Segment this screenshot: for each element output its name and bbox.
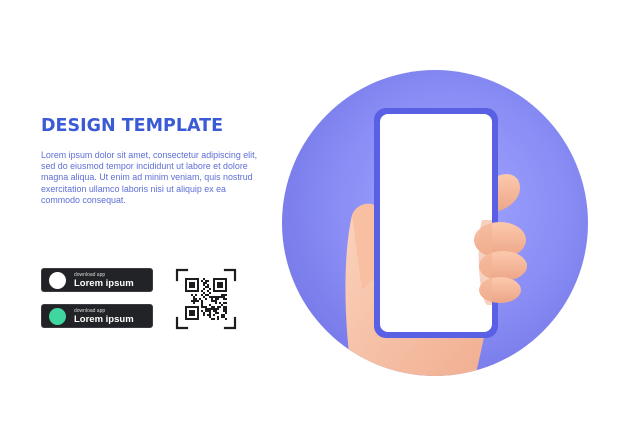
download-label: Lorem ipsum (74, 314, 134, 325)
phone-screen (380, 114, 492, 332)
store-logo-icon (49, 272, 66, 289)
download-app-button-2[interactable]: download app Lorem ipsum (41, 304, 153, 328)
description-text: Lorem ipsum dolor sit amet, consectetur … (41, 150, 258, 205)
hand-holding-phone-illustration (282, 70, 588, 376)
page-title: DESIGN TEMPLATE (41, 116, 224, 136)
download-label: Lorem ipsum (74, 278, 134, 289)
qr-code-icon[interactable] (175, 268, 237, 330)
page: DESIGN TEMPLATE Lorem ipsum dolor sit am… (0, 0, 626, 447)
store-logo-icon (49, 308, 66, 325)
download-app-button-1[interactable]: download app Lorem ipsum (41, 268, 153, 292)
